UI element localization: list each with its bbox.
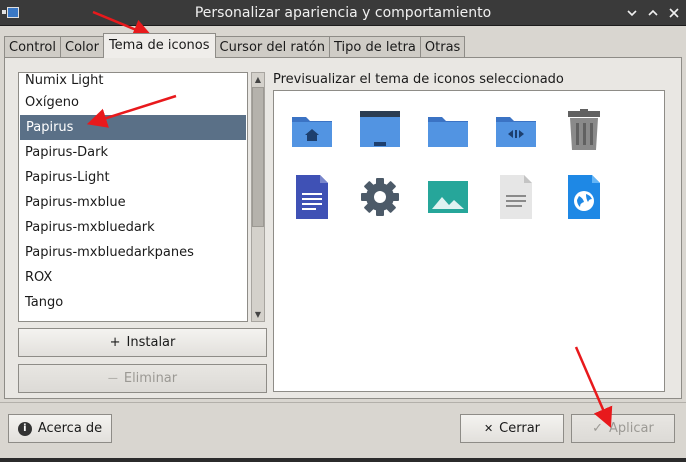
title-bar: Personalizar apariencia y comportamiento [0,0,686,26]
minimize-icon[interactable] [624,5,640,21]
about-button-label: Acerca de [37,421,103,436]
remove-button-label: Eliminar [123,371,178,386]
plus-icon: + [109,335,121,350]
list-item[interactable]: Numix Light [19,73,247,90]
tab-control[interactable]: Control [4,36,61,58]
folder-icon [426,109,470,153]
list-item[interactable]: Papirus-mxbluedark [19,215,247,240]
web-browser-icon [562,175,606,219]
icon-preview-area [273,90,665,392]
list-item[interactable]: Papirus-Light [19,165,247,190]
close-button-icon: ✕ [483,422,494,435]
list-item[interactable]: Tango [19,290,247,315]
list-item[interactable]: Papirus-mxblue [19,190,247,215]
list-item[interactable]: Papirus-mxbluedarkpanes [19,240,247,265]
list-item[interactable]: ROX [19,265,247,290]
scroll-thumb[interactable] [252,87,264,227]
apply-button[interactable]: ✓ Aplicar [571,414,675,443]
tab-bar: Control Color Tema de iconos Cursor del … [4,33,466,58]
tab-mouse-cursor[interactable]: Cursor del ratón [214,36,330,58]
tab-other[interactable]: Otras [419,36,466,58]
dialog-button-bar: i Acerca de ✕ Cerrar ✓ Aplicar [0,402,686,458]
window-title: Personalizar apariencia y comportamiento [194,5,492,21]
close-button-label: Cerrar [499,421,541,436]
dialog-body: Control Color Tema de iconos Cursor del … [0,26,686,458]
trash-icon [562,109,606,153]
list-item[interactable]: Oxígeno [19,90,247,115]
remove-button[interactable]: — Eliminar [18,364,267,393]
about-button[interactable]: i Acerca de [8,414,112,443]
list-item[interactable]: Papirus-Dark [19,140,247,165]
text-file-icon [494,175,538,219]
info-icon: i [17,421,32,436]
list-item-selected[interactable]: Papirus [20,115,246,140]
install-button-label: Instalar [126,335,176,350]
list-scrollbar[interactable]: ▲ ▼ [251,72,265,322]
icon-theme-panel: Numix Light Oxígeno Papirus Papirus-Dark… [4,57,682,399]
close-icon[interactable] [666,5,682,21]
tab-font[interactable]: Tipo de letra [328,36,421,58]
tab-color[interactable]: Color [60,36,104,58]
document-icon [290,175,334,219]
install-button[interactable]: + Instalar [18,328,267,357]
tab-icon-theme[interactable]: Tema de iconos [102,33,216,58]
apply-button-label: Aplicar [609,421,654,436]
desktop-folder-icon [358,109,402,153]
folder-remote-icon [494,109,538,153]
window-bottom-edge [0,458,686,462]
minus-icon: — [107,373,118,384]
close-button[interactable]: ✕ Cerrar [460,414,564,443]
scroll-up-icon[interactable]: ▲ [252,73,264,86]
settings-gear-icon [358,175,402,219]
image-viewer-icon [426,175,470,219]
folder-home-icon [290,109,334,153]
preview-label: Previsualizar el tema de iconos seleccio… [273,72,564,87]
scroll-down-icon[interactable]: ▼ [252,308,264,321]
icon-theme-list[interactable]: Numix Light Oxígeno Papirus Papirus-Dark… [18,72,248,322]
check-icon: ✓ [592,421,604,436]
maximize-icon[interactable] [645,5,661,21]
